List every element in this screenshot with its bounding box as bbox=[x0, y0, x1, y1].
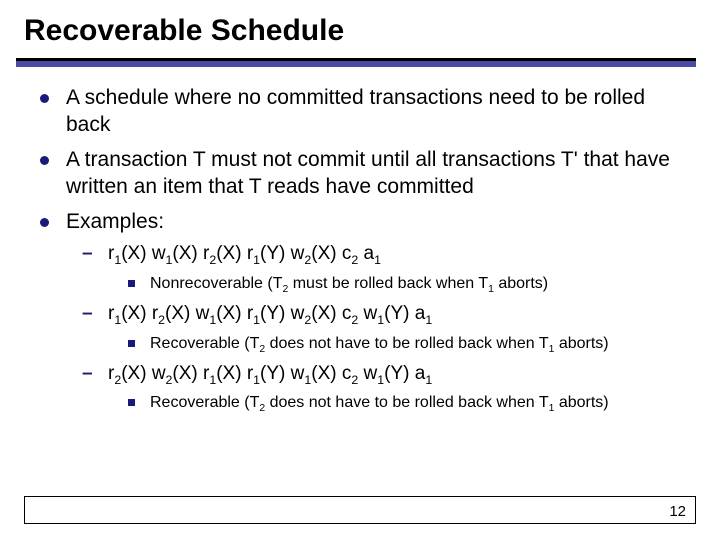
bullet-list: A schedule where no committed transactio… bbox=[40, 85, 684, 416]
example-2-notes: Recoverable (T2 does not have to be roll… bbox=[108, 333, 684, 357]
example-1: r1(X) w1(X) r2(X) r1(Y) w2(X) c2 a1 Nonr… bbox=[82, 241, 684, 297]
example-3-notes: Recoverable (T2 does not have to be roll… bbox=[108, 392, 684, 416]
footer-box bbox=[24, 496, 696, 524]
content-area: A schedule where no committed transactio… bbox=[0, 67, 720, 416]
bullet-3-label: Examples: bbox=[66, 210, 164, 233]
example-1-note: Nonrecoverable (T2 must be rolled back w… bbox=[128, 273, 684, 297]
example-2-sequence: r1(X) r2(X) w1(X) r1(Y) w2(X) c2 w1(Y) a… bbox=[108, 303, 432, 324]
slide: Recoverable Schedule A schedule where no… bbox=[0, 0, 720, 540]
page-title: Recoverable Schedule bbox=[0, 0, 720, 58]
example-3: r2(X) w2(X) r1(X) r1(Y) w1(X) c2 w1(Y) a… bbox=[82, 361, 684, 417]
example-3-sequence: r2(X) w2(X) r1(X) r1(Y) w1(X) c2 w1(Y) a… bbox=[108, 363, 432, 384]
example-2-note: Recoverable (T2 does not have to be roll… bbox=[128, 333, 684, 357]
example-1-sequence: r1(X) w1(X) r2(X) r1(Y) w2(X) c2 a1 bbox=[108, 243, 381, 264]
example-1-notes: Nonrecoverable (T2 must be rolled back w… bbox=[108, 273, 684, 297]
bullet-3: Examples: r1(X) w1(X) r2(X) r1(Y) w2(X) … bbox=[40, 209, 684, 417]
example-2: r1(X) r2(X) w1(X) r1(Y) w2(X) c2 w1(Y) a… bbox=[82, 301, 684, 357]
example-3-note: Recoverable (T2 does not have to be roll… bbox=[128, 392, 684, 416]
bullet-2: A transaction T must not commit until al… bbox=[40, 147, 684, 201]
bullet-1: A schedule where no committed transactio… bbox=[40, 85, 684, 139]
examples-list: r1(X) w1(X) r2(X) r1(Y) w2(X) c2 a1 Nonr… bbox=[66, 241, 684, 416]
page-number: 12 bbox=[669, 503, 686, 520]
